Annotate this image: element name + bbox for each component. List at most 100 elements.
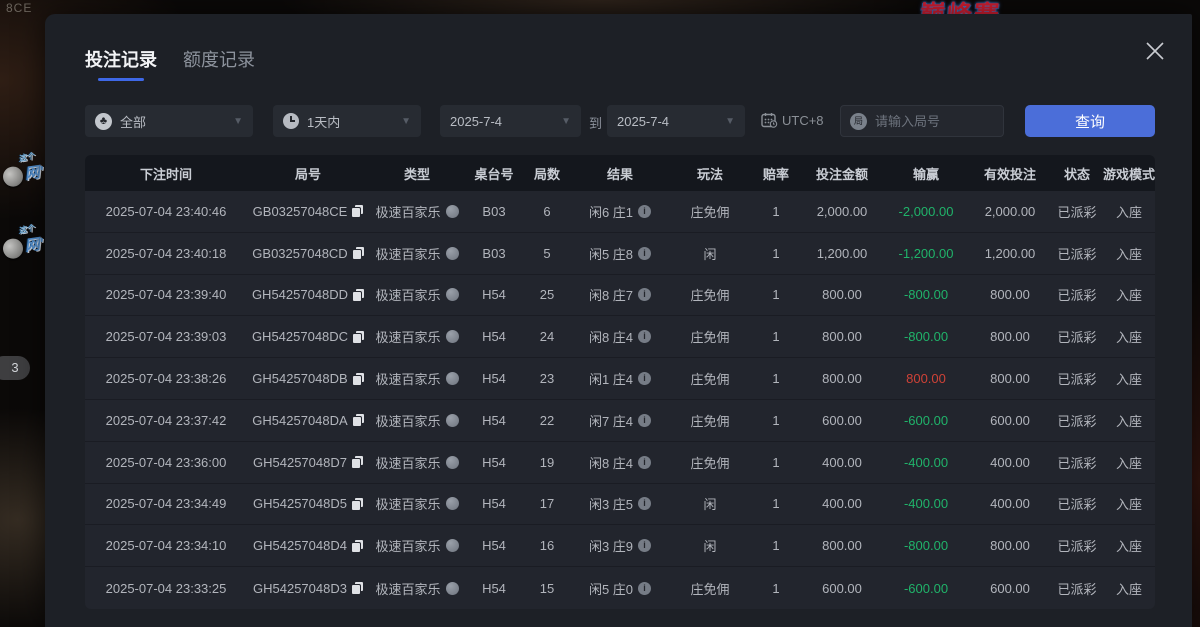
cell-game-mode: 入座	[1103, 494, 1155, 513]
cell-table-no: H54	[465, 329, 523, 344]
close-icon[interactable]	[1144, 40, 1166, 62]
chat-sticker: 这个 网'	[0, 149, 48, 188]
cell-game-type: 极速百家乐	[369, 202, 465, 221]
copy-icon[interactable]	[353, 247, 364, 259]
cell-win-loss: -600.00	[883, 581, 969, 596]
result-info-icon[interactable]: i	[638, 205, 651, 218]
game-type-icon[interactable]	[446, 247, 459, 260]
cell-bet-time: 2025-07-04 23:33:25	[85, 581, 247, 596]
cell-rounds: 23	[523, 371, 571, 386]
column-header: 赔率	[751, 164, 801, 183]
tab-quota-records[interactable]: 额度记录	[183, 46, 255, 81]
game-type-icon[interactable]	[446, 456, 459, 469]
cell-win-loss: -800.00	[883, 538, 969, 553]
cell-game-id: GB03257048CD	[247, 246, 369, 261]
date-to-value: 2025-7-4	[617, 114, 669, 129]
cell-odds: 1	[751, 329, 801, 344]
date-from-dropdown[interactable]: 2025-7-4 ▼	[440, 105, 581, 137]
result-info-icon[interactable]: i	[638, 330, 651, 343]
cell-rounds: 25	[523, 287, 571, 302]
cell-table-no: H54	[465, 371, 523, 386]
table-header-row: 下注时间局号类型桌台号局数结果玩法赔率投注金额输赢有效投注状态游戏模式	[85, 155, 1155, 191]
cell-valid-bet: 800.00	[969, 538, 1051, 553]
clock-icon	[283, 113, 299, 129]
table-row: 2025-07-04 23:39:40 GH54257048DD 极速百家乐 H…	[85, 275, 1155, 317]
game-type-icon[interactable]	[446, 414, 459, 427]
cell-odds: 1	[751, 538, 801, 553]
query-button[interactable]: 查询	[1025, 105, 1155, 137]
cell-game-type: 极速百家乐	[369, 411, 465, 430]
filter-bar: ♣ 全部 ▼ 1天内 ▼ 2025-7-4 ▼ 到 2025-7-4 ▼	[45, 105, 1192, 137]
cell-game-type: 极速百家乐	[369, 494, 465, 513]
result-info-icon[interactable]: i	[638, 497, 651, 510]
result-info-icon[interactable]: i	[638, 456, 651, 469]
tab-betting-records[interactable]: 投注记录	[85, 46, 157, 81]
cell-rounds: 6	[523, 204, 571, 219]
cell-bet-time: 2025-07-04 23:38:26	[85, 371, 247, 386]
category-dropdown[interactable]: ♣ 全部 ▼	[85, 105, 253, 137]
column-header: 玩法	[669, 164, 751, 183]
cell-status: 已派彩	[1051, 494, 1103, 513]
seat-number-badge: 3	[0, 356, 30, 380]
column-header: 局数	[523, 164, 571, 183]
copy-icon[interactable]	[353, 289, 364, 301]
cell-table-no: H54	[465, 413, 523, 428]
copy-icon[interactable]	[352, 205, 363, 217]
game-type-icon[interactable]	[446, 582, 459, 595]
column-header: 状态	[1051, 164, 1103, 183]
club-icon: ♣	[95, 113, 112, 130]
copy-icon[interactable]	[352, 540, 363, 552]
cell-bet-time: 2025-07-04 23:40:18	[85, 246, 247, 261]
calendar-clock-icon	[761, 112, 778, 128]
cell-bet-time: 2025-07-04 23:34:49	[85, 496, 247, 511]
cell-bet-time: 2025-07-04 23:39:03	[85, 329, 247, 344]
cell-play-type: 闲	[669, 244, 751, 263]
cell-valid-bet: 800.00	[969, 287, 1051, 302]
result-info-icon[interactable]: i	[638, 247, 651, 260]
column-header: 投注金额	[801, 164, 883, 183]
game-type-icon[interactable]	[446, 205, 459, 218]
cell-win-loss: 800.00	[883, 371, 969, 386]
date-to-dropdown[interactable]: 2025-7-4 ▼	[607, 105, 745, 137]
result-info-icon[interactable]: i	[638, 582, 651, 595]
game-type-icon[interactable]	[446, 330, 459, 343]
cell-win-loss: -1,200.00	[883, 246, 969, 261]
cell-valid-bet: 400.00	[969, 455, 1051, 470]
cell-bet-amount: 400.00	[801, 496, 883, 511]
cell-table-no: H54	[465, 581, 523, 596]
copy-icon[interactable]	[353, 414, 364, 426]
date-from-value: 2025-7-4	[450, 114, 502, 129]
cell-result: 闲5 庄8i	[571, 244, 669, 263]
cell-bet-amount: 1,200.00	[801, 246, 883, 261]
cell-bet-amount: 600.00	[801, 413, 883, 428]
cell-bet-time: 2025-07-04 23:37:42	[85, 413, 247, 428]
result-info-icon[interactable]: i	[638, 372, 651, 385]
copy-icon[interactable]	[353, 331, 364, 343]
copy-icon[interactable]	[352, 456, 363, 468]
cell-play-type: 庄免佣	[669, 285, 751, 304]
result-info-icon[interactable]: i	[638, 288, 651, 301]
cell-status: 已派彩	[1051, 244, 1103, 263]
column-header: 有效投注	[969, 164, 1051, 183]
result-info-icon[interactable]: i	[638, 414, 651, 427]
copy-icon[interactable]	[352, 498, 363, 510]
cell-bet-amount: 600.00	[801, 581, 883, 596]
game-type-icon[interactable]	[446, 539, 459, 552]
cell-rounds: 15	[523, 581, 571, 596]
result-info-icon[interactable]: i	[638, 539, 651, 552]
time-range-dropdown[interactable]: 1天内 ▼	[273, 105, 421, 137]
game-type-icon[interactable]	[446, 372, 459, 385]
cell-valid-bet: 800.00	[969, 371, 1051, 386]
copy-icon[interactable]	[352, 582, 363, 594]
category-value: 全部	[120, 112, 146, 131]
time-range-value: 1天内	[307, 112, 340, 131]
column-header: 局号	[247, 164, 369, 183]
cell-rounds: 22	[523, 413, 571, 428]
cell-table-no: H54	[465, 538, 523, 553]
copy-icon[interactable]	[353, 373, 364, 385]
game-type-icon[interactable]	[446, 497, 459, 510]
game-type-icon[interactable]	[446, 288, 459, 301]
search-input[interactable]	[875, 114, 994, 129]
cell-win-loss: -400.00	[883, 455, 969, 470]
betting-records-modal: 投注记录 额度记录 ♣ 全部 ▼ 1天内 ▼ 2025-7-4 ▼ 到 2025…	[45, 14, 1192, 627]
